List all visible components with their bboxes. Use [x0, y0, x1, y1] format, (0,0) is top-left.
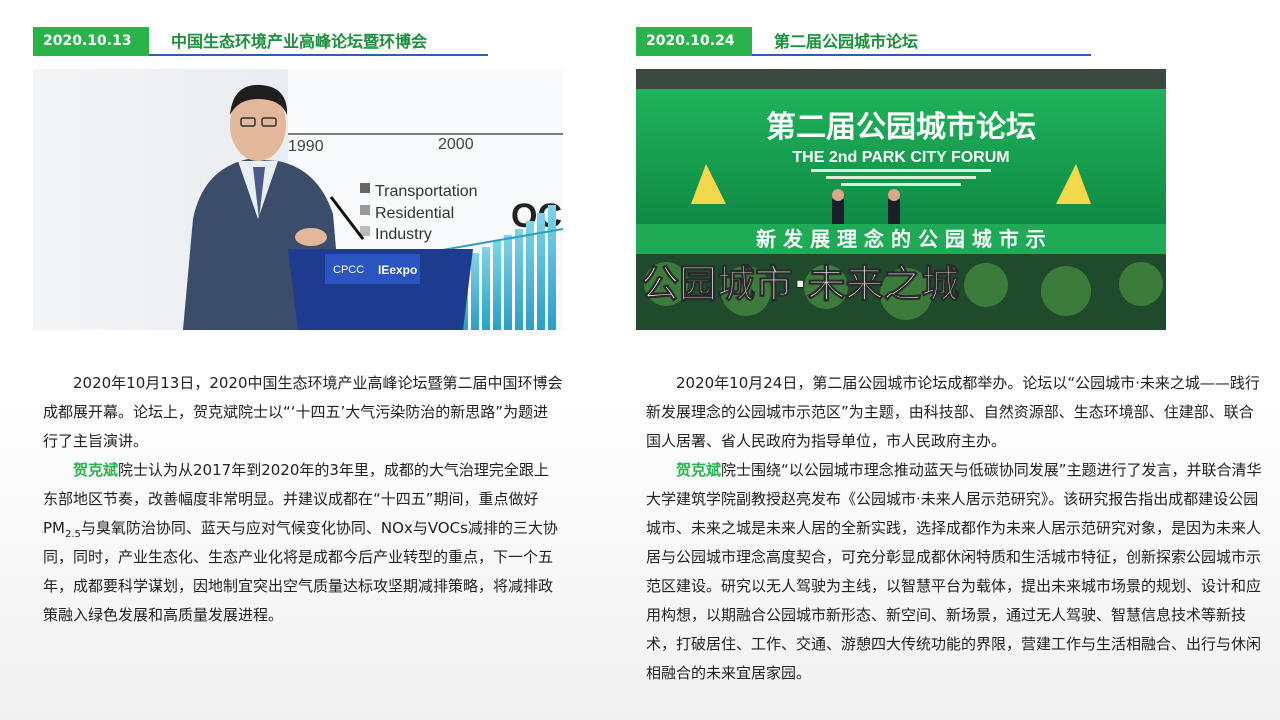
left-article-title: 中国生态环境产业高峰论坛暨环博会: [171, 32, 428, 51]
speaker-photo-illustration: 1990 2000 Transportation Residential Ind…: [33, 69, 563, 330]
left-paragraph-1: 2020年10月13日，2020中国生态环境产业高峰论坛暨第二届中国环博会成都展…: [43, 374, 563, 450]
right-article-body: 2020年10月24日，第二届公园城市论坛成都举办。论坛以“公园城市·未来之城—…: [646, 369, 1266, 688]
left-paragraph-2: 贺克斌院士认为从2017年到2020年的3年里，成都的大气治理完全跟上东部地区节…: [43, 461, 558, 624]
podium-logo-ieexpo: IEexpo: [378, 263, 417, 277]
slide-legend-transportation: Transportation: [375, 183, 478, 200]
slide-year-2000: 2000: [438, 136, 474, 153]
left-highlight-name: 贺克斌: [73, 461, 119, 479]
right-photo-forum: 第二届公园城市论坛 THE 2nd PARK CITY FORUM 新 发 展 …: [636, 69, 1166, 330]
right-title-underline: [752, 54, 1091, 56]
banner-english-title: THE 2nd PARK CITY FORUM: [792, 149, 1009, 166]
screen-slogan: 新 发 展 理 念 的 公 园 城 市 示: [756, 227, 1046, 251]
banner-chinese-title: 第二届公园城市论坛: [766, 110, 1036, 145]
right-highlight-name: 贺克斌: [676, 461, 722, 479]
right-date-badge: 2020.10.24: [636, 27, 752, 56]
forum-photo-illustration: 第二届公园城市论坛 THE 2nd PARK CITY FORUM 新 发 展 …: [636, 69, 1166, 330]
right-paragraph-1: 2020年10月24日，第二届公园城市论坛成都举办。论坛以“公园城市·未来之城—…: [646, 374, 1260, 450]
left-title-underline: [149, 54, 488, 56]
slide-year-1990: 1990: [288, 138, 324, 155]
slide-legend-residential: Residential: [375, 205, 454, 222]
right-paragraph-2: 贺克斌院士围绕“以公园城市理念推动蓝天与低碳协同发展”主题进行了发言，并联合清华…: [646, 461, 1262, 682]
podium-logo-cpcc: CPCC: [333, 264, 364, 276]
left-photo-speaker: 1990 2000 Transportation Residential Ind…: [33, 69, 563, 330]
slide-legend-industry: Industry: [375, 226, 432, 243]
left-date-badge: 2020.10.13: [33, 27, 149, 56]
left-article-body: 2020年10月13日，2020中国生态环境产业高峰论坛暨第二届中国环博会成都展…: [43, 369, 563, 630]
right-article-title: 第二届公园城市论坛: [774, 32, 919, 51]
stage-slogan: 公园城市·未来之城: [641, 262, 959, 306]
